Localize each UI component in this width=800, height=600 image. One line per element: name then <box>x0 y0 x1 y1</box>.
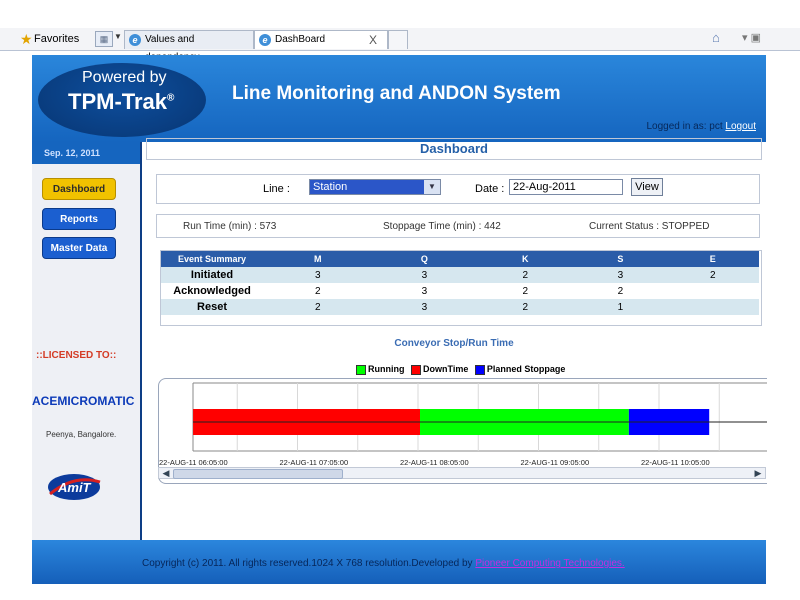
sidebar: Sep. 12, 2011 Dashboard Reports Master D… <box>32 142 142 540</box>
event-summary-table: Event Summary M Q K S E Initiated 3 3 2 … <box>160 250 762 326</box>
column-header: S <box>574 251 667 267</box>
table-cell: 3 <box>372 267 477 283</box>
table-row: Initiated 3 3 2 3 2 <box>161 267 759 283</box>
login-info: Logged in as: pct Logout <box>646 121 756 132</box>
line-select-value: Station <box>313 181 348 193</box>
x-tick-label: 22-AUG-11 08:05:00 <box>400 458 469 467</box>
nav-master-data-button[interactable]: Master Data <box>42 237 116 259</box>
powered-by-text: Powered by <box>82 69 167 86</box>
copyright-text: Copyright (c) 2011. All rights reserved.… <box>142 558 625 569</box>
table-cell: 3 <box>263 267 373 283</box>
scroll-right-icon[interactable]: ▶ <box>753 468 763 478</box>
feeds-icon[interactable]: ▾ ▣ <box>742 31 761 44</box>
table-row: Reset 2 3 2 1 <box>161 299 759 315</box>
favorites-star-icon[interactable]: ★ <box>20 31 33 48</box>
table-cell <box>666 299 759 315</box>
licensee-company: ACEMICROMATIC <box>32 394 135 408</box>
table-cell: 2 <box>522 285 529 297</box>
legend-item-running: Running <box>356 364 405 375</box>
ie-page-icon: e <box>129 34 141 46</box>
licensed-to-label: ::LICENSED TO:: <box>36 350 117 361</box>
dashboard-panel: Dashboard Line : Station ▼ Date : 22-Aug… <box>142 138 767 540</box>
browser-tab-values[interactable]: e Values and dependency. <box>124 30 254 63</box>
new-tab-button[interactable] <box>388 30 408 49</box>
table-cell: 2 <box>314 285 321 297</box>
table-cell: Initiated <box>161 267 263 283</box>
filter-bar: Line : Station ▼ Date : 22-Aug-2011 View <box>156 174 760 204</box>
table-cell: 3 <box>421 285 428 297</box>
chart-legend: Running DownTime Planned Stoppage <box>356 364 569 375</box>
run-time-text: Run Time (min) : 573 <box>183 221 277 232</box>
tab-label: DashBoard <box>275 34 326 45</box>
table-cell: 2 <box>666 267 759 283</box>
stoppage-time-text: Stoppage Time (min) : 442 <box>383 221 501 232</box>
current-status-text: Current Status : STOPPED <box>589 221 710 232</box>
developer-link[interactable]: Pioneer Computing Technologies. <box>475 558 624 569</box>
table-cell: 2 <box>617 285 624 297</box>
legend-item-downtime: DownTime <box>411 364 468 375</box>
browser-tab-dashboard[interactable]: e DashBoard X <box>254 30 388 49</box>
table-cell: Reset <box>161 299 263 315</box>
x-tick-label: 22-AUG-11 10:05:00 <box>641 458 710 467</box>
table-cell: 3 <box>574 267 667 283</box>
table-row: Acknowledged 2 3 2 2 <box>161 283 759 299</box>
nav-dashboard-button[interactable]: Dashboard <box>42 178 116 200</box>
column-header: M <box>263 251 373 267</box>
status-bar: Run Time (min) : 573 Stoppage Time (min)… <box>156 214 760 238</box>
table-cell: 2 <box>476 299 575 315</box>
favorites-button[interactable]: Favorites <box>34 33 79 45</box>
scrollbar-thumb[interactable] <box>173 469 343 479</box>
footer: Copyright (c) 2011. All rights reserved.… <box>32 540 766 584</box>
column-header: E <box>666 251 759 267</box>
app-header: Powered by TPM-Trak® Line Monitoring and… <box>32 55 766 142</box>
table-cell <box>667 283 759 299</box>
page-title: Dashboard <box>146 138 762 160</box>
table-header-row: Event Summary M Q K S E <box>161 251 759 267</box>
date-input[interactable]: 22-Aug-2011 <box>509 179 623 195</box>
column-header: Q <box>372 251 477 267</box>
close-tab-button[interactable]: X <box>369 31 377 49</box>
amit-logo: AmiT <box>48 474 101 500</box>
ie-page-icon: e <box>259 34 271 46</box>
table-cell: 3 <box>372 299 477 315</box>
column-header: K <box>476 251 575 267</box>
chart-horizontal-scrollbar[interactable]: ◀ ▶ <box>158 467 766 479</box>
line-select[interactable]: Station ▼ <box>309 179 441 195</box>
browser-tab-strip: ★ Favorites ▦ ▼ e Values and dependency.… <box>0 28 800 63</box>
current-date: Sep. 12, 2011 <box>32 142 140 164</box>
chart-title: Conveyor Stop/Run Time <box>394 338 514 349</box>
logout-link[interactable]: Logout <box>725 121 756 132</box>
home-icon[interactable]: ⌂ <box>712 30 720 45</box>
timeline-chart-svg: 22-AUG-11 06:05:00 22-AUG-11 07:05:00 22-A… <box>159 382 767 467</box>
logged-in-text: Logged in as: pct <box>646 121 723 132</box>
quick-tabs-icon[interactable]: ▦ <box>95 31 113 47</box>
table-cell: Acknowledged <box>173 285 251 297</box>
x-tick-label: 22-AUG-11 07:05:00 <box>280 458 349 467</box>
svg-text:AmiT: AmiT <box>57 480 92 495</box>
app-title: Line Monitoring and ANDON System <box>232 83 561 104</box>
table-cell: 2 <box>263 299 373 315</box>
table-cell: 1 <box>574 299 667 315</box>
table-cell: 2 <box>476 267 575 283</box>
x-tick-label: 22-AUG-11 09:05:00 <box>521 458 590 467</box>
nav-reports-button[interactable]: Reports <box>42 208 116 230</box>
chevron-down-icon[interactable]: ▼ <box>114 32 122 41</box>
column-header: Event Summary <box>161 251 263 267</box>
licensee-location: Peenya, Bangalore. <box>46 430 117 439</box>
x-tick-label: 22-AUG-11 06:05:00 <box>159 458 228 467</box>
date-label: Date : <box>475 183 505 195</box>
chevron-down-icon[interactable]: ▼ <box>424 180 440 194</box>
legend-item-planned-stoppage: Planned Stoppage <box>474 364 565 375</box>
line-label: Line : <box>263 183 290 195</box>
brand-name: TPM-Trak® <box>68 89 175 114</box>
view-button[interactable]: View <box>631 178 663 196</box>
scroll-left-icon[interactable]: ◀ <box>161 468 171 478</box>
